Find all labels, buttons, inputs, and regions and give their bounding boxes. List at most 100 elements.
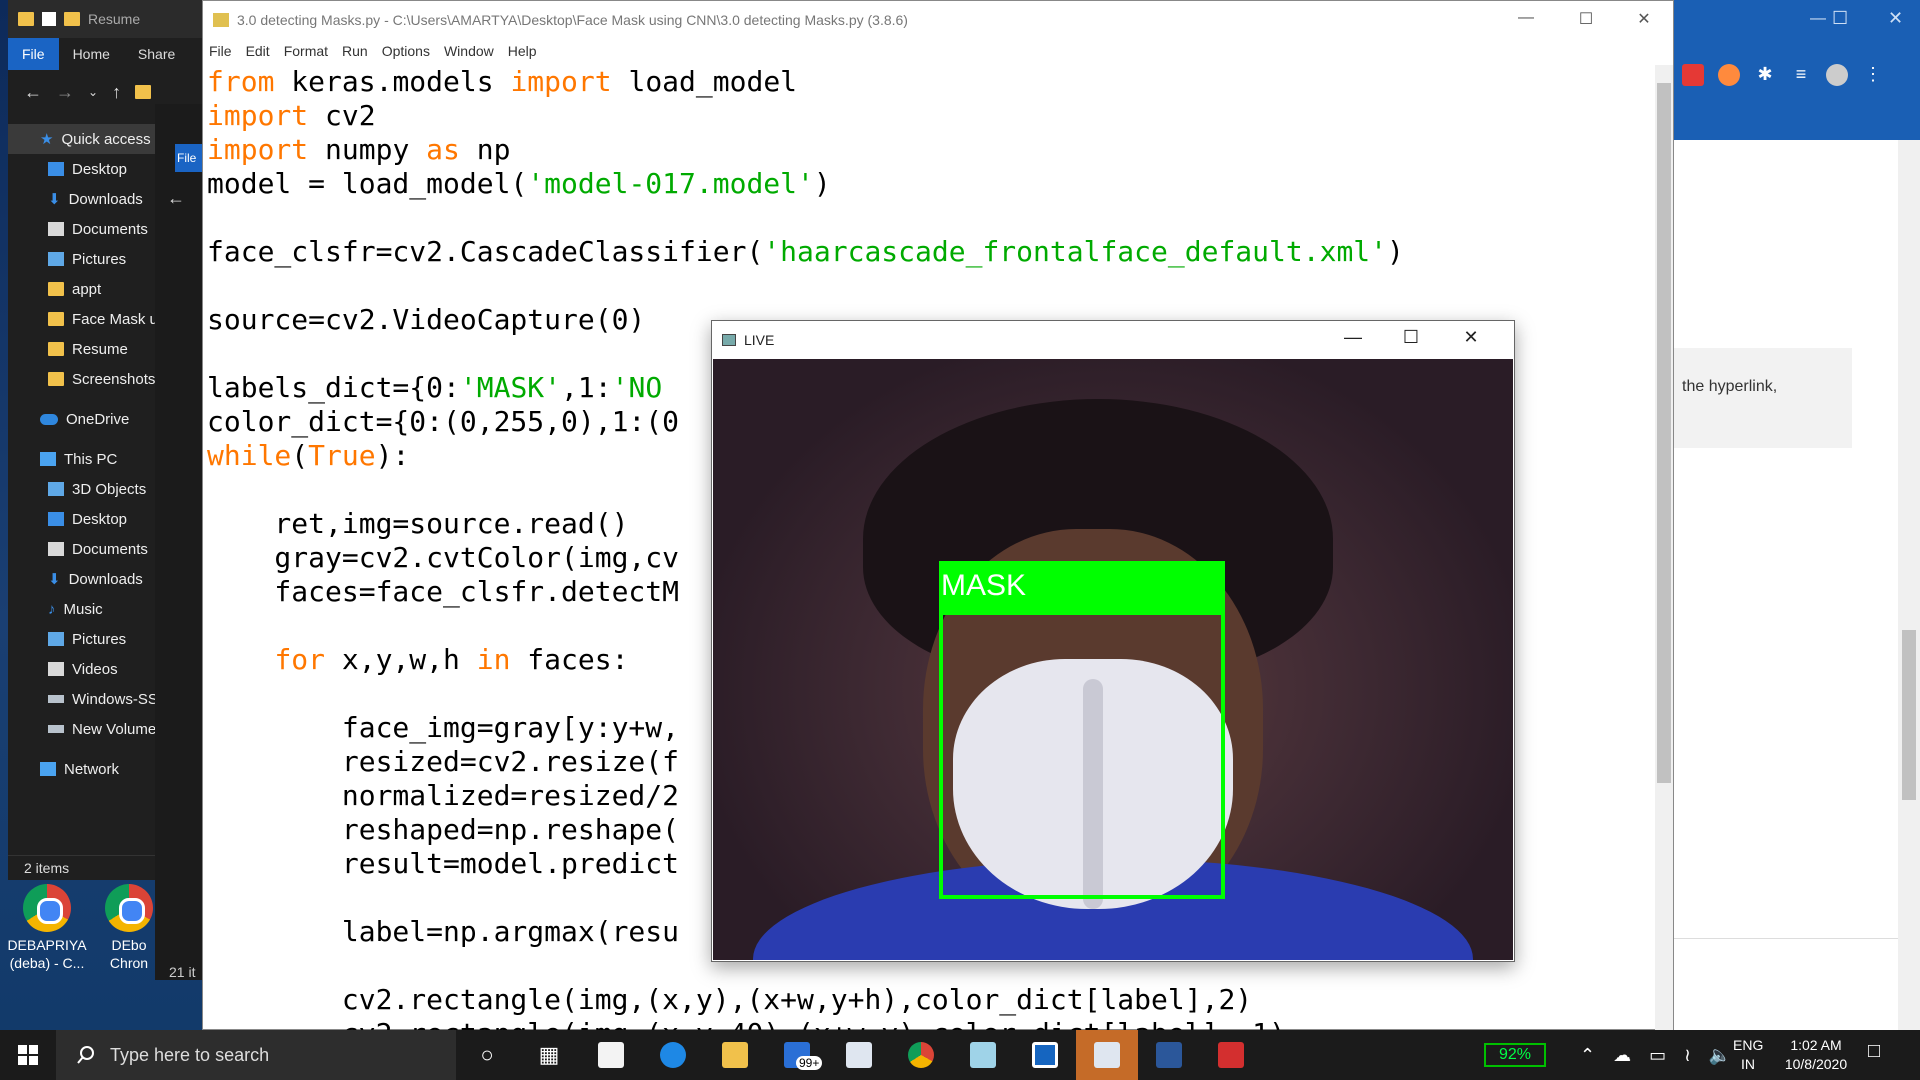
ribbon-tab-share[interactable]: Share <box>124 38 189 70</box>
volume-icon[interactable]: 🔈 <box>1709 1045 1731 1066</box>
menu-edit[interactable]: Edit <box>246 43 270 59</box>
shortcut-label-line1: DEbo <box>111 937 147 953</box>
code-line[interactable]: cv2.rectangle(img,(x,y),(x+w,y+h),color_… <box>207 983 1647 1017</box>
notifications-icon[interactable]: □ <box>1868 1040 1880 1063</box>
menu-format[interactable]: Format <box>284 43 328 59</box>
more-menu-icon[interactable]: ⋮ <box>1862 64 1884 86</box>
sidebar-item-label: OneDrive <box>66 410 130 428</box>
minimize-icon[interactable]: — <box>1503 9 1549 27</box>
idle-titlebar: 3.0 detecting Masks.py - C:\Users\AMARTY… <box>203 1 1673 39</box>
taskbar-python-idle[interactable] <box>828 1030 890 1080</box>
sidebar-item-label: Network <box>64 760 120 778</box>
ribbon-tab-file[interactable]: File <box>175 144 203 172</box>
code-line[interactable]: import numpy as np <box>207 133 1647 167</box>
browser-scrollbar[interactable] <box>1898 140 1920 1030</box>
sidebar-item-label: 3D Objects <box>72 480 147 498</box>
chevron-up-icon[interactable]: ⌃ <box>1580 1045 1595 1066</box>
menu-help[interactable]: Help <box>508 43 537 59</box>
sidebar-item-label: Downloads <box>68 190 143 208</box>
taskbar-app[interactable] <box>1014 1030 1076 1080</box>
start-button[interactable] <box>0 1030 56 1080</box>
battery-icon[interactable]: ▭ <box>1649 1045 1666 1066</box>
close-icon[interactable]: ✕ <box>1888 8 1903 29</box>
ribbon-tab-file[interactable]: File <box>8 38 59 70</box>
code-line[interactable]: cv2.rectangle(img,(x,y-40),(x+w,y),color… <box>207 1017 1647 1031</box>
download-icon: ⬇ <box>48 191 61 208</box>
cortana-button[interactable]: ○ <box>456 1030 518 1080</box>
puzzle-icon[interactable]: ✱ <box>1754 64 1776 86</box>
taskbar-notepad[interactable] <box>952 1030 1014 1080</box>
minimize-icon[interactable]: — <box>1810 10 1826 28</box>
taskbar-search[interactable]: Type here to search <box>56 1030 456 1080</box>
taskbar-file-explorer[interactable] <box>704 1030 766 1080</box>
date: 10/8/2020 <box>1784 1056 1848 1072</box>
videos-icon <box>48 662 64 676</box>
taskbar-word[interactable] <box>1138 1030 1200 1080</box>
camera-feed: MASK <box>713 359 1513 960</box>
code-line[interactable]: import cv2 <box>207 99 1647 133</box>
battery-indicator[interactable]: 92% <box>1484 1043 1546 1067</box>
forward-arrow-icon[interactable]: → <box>56 82 74 103</box>
avatar[interactable] <box>1826 64 1848 86</box>
language-indicator[interactable]: ENG IN <box>1733 1036 1763 1074</box>
ribbon-tab-home[interactable]: Home <box>59 38 124 70</box>
code-line[interactable]: face_clsfr=cv2.CascadeClassifier('haarca… <box>207 235 1647 269</box>
reading-list-icon[interactable]: ≡ <box>1790 64 1812 86</box>
minimize-icon[interactable]: — <box>1330 327 1376 348</box>
maximize-icon[interactable]: ☐ <box>1388 327 1434 348</box>
menu-run[interactable]: Run <box>342 43 368 59</box>
wifi-icon[interactable]: ≀ <box>1684 1045 1691 1066</box>
taskbar-idle-active[interactable] <box>1076 1030 1138 1080</box>
chrome-icon <box>23 884 71 932</box>
sidebar-item-label: Resume <box>72 340 128 358</box>
menu-window[interactable]: Window <box>444 43 494 59</box>
shortcut-label-line2: Chron <box>109 955 149 971</box>
up-arrow-icon[interactable]: ↑ <box>112 82 121 103</box>
checkbox-icon[interactable] <box>42 12 56 26</box>
scrollbar-thumb[interactable] <box>1657 83 1671 783</box>
menu-file[interactable]: File <box>209 43 232 59</box>
live-camera-window: LIVE — ☐ ✕ MASK <box>711 320 1515 962</box>
chevron-down-icon[interactable]: ⌄ <box>88 85 98 99</box>
close-icon[interactable]: ✕ <box>1448 327 1494 348</box>
pocket-icon[interactable] <box>1682 64 1704 86</box>
idle-menubar: File Edit Format Run Options Window Help <box>203 39 1673 63</box>
code-line[interactable] <box>207 269 1647 303</box>
search-placeholder: Type here to search <box>110 1044 270 1065</box>
task-view-button[interactable]: ▦ <box>518 1030 580 1080</box>
taskbar-mail[interactable]: 99+ <box>766 1030 828 1080</box>
maximize-icon[interactable]: ☐ <box>1832 8 1848 29</box>
extension-icons: ✱ ≡ ⋮ <box>1682 64 1884 86</box>
divider <box>1674 938 1898 939</box>
documents-icon <box>48 542 64 556</box>
taskbar-store[interactable] <box>580 1030 642 1080</box>
code-line[interactable]: from keras.models import load_model <box>207 65 1647 99</box>
pc-icon <box>40 452 56 466</box>
chrome-icon <box>105 884 153 932</box>
close-icon[interactable]: ✕ <box>1621 9 1667 29</box>
code-line[interactable] <box>207 201 1647 235</box>
clock[interactable]: 1:02 AM 10/8/2020 <box>1776 1036 1856 1074</box>
drive-icon <box>48 725 64 733</box>
extension-icon[interactable] <box>1718 64 1740 86</box>
menu-options[interactable]: Options <box>382 43 430 59</box>
edge-icon <box>660 1042 686 1068</box>
sidebar-item-label: New Volume <box>72 720 157 738</box>
chrome-icon <box>908 1042 934 1068</box>
desktop-shortcut-chrome-debapriya[interactable]: DEBAPRIYA (deba) - C... <box>2 884 92 972</box>
folder-icon <box>722 1042 748 1068</box>
taskbar-chrome[interactable] <box>890 1030 952 1080</box>
maximize-icon[interactable]: ☐ <box>1563 9 1609 29</box>
sidebar-item-label: Documents <box>72 540 148 558</box>
taskbar-acrobat[interactable] <box>1200 1030 1262 1080</box>
taskbar-edge[interactable] <box>642 1030 704 1080</box>
onedrive-tray-icon[interactable]: ☁ <box>1613 1045 1631 1066</box>
scrollbar-thumb[interactable] <box>1902 630 1916 800</box>
back-arrow-icon[interactable]: ← <box>167 188 185 209</box>
editor-scrollbar[interactable] <box>1655 65 1673 1031</box>
desktop-shortcut-chrome-debo[interactable]: DEbo Chron <box>96 884 162 972</box>
detection-bounding-box <box>939 611 1225 899</box>
sidebar-item-label: Downloads <box>68 570 143 588</box>
code-line[interactable]: model = load_model('model-017.model') <box>207 167 1647 201</box>
back-arrow-icon[interactable]: ← <box>24 82 42 103</box>
